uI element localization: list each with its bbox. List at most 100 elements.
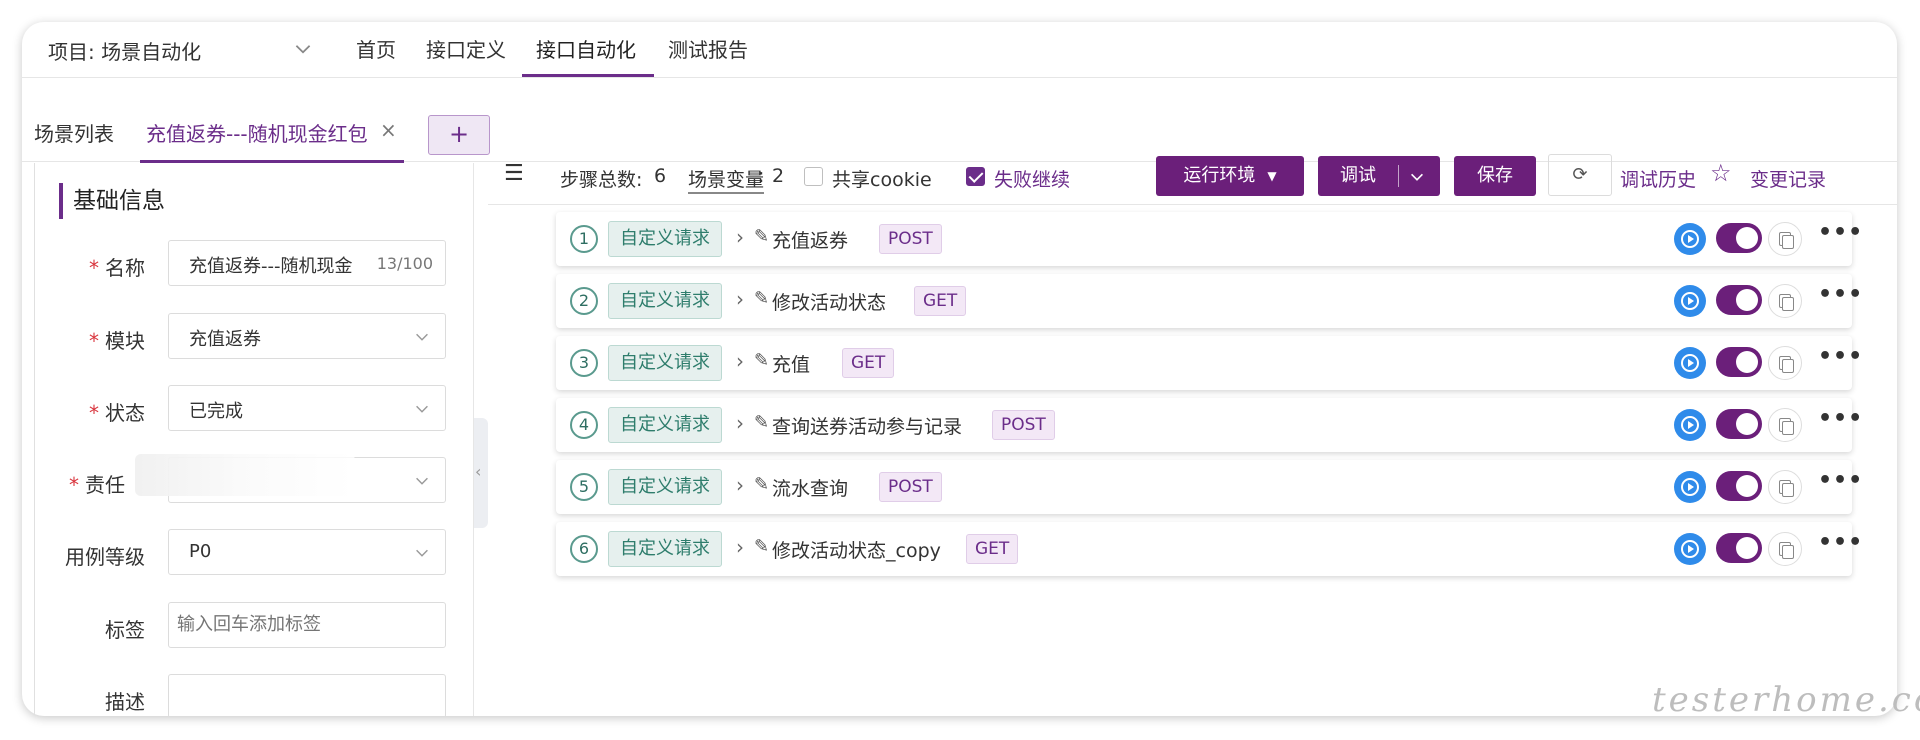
watermark: testerhome.com xyxy=(1652,680,1920,720)
copy-icon[interactable] xyxy=(1768,222,1802,256)
request-type-tag: 自定义请求 xyxy=(608,283,722,319)
chevron-right-icon[interactable]: › xyxy=(736,287,744,311)
step-count-label: 步骤总数: xyxy=(560,169,643,191)
request-type-tag: 自定义请求 xyxy=(608,407,722,443)
nav-test-report[interactable]: 测试报告 xyxy=(668,34,748,63)
tags-label: 标签 xyxy=(105,618,145,642)
desc-label: 描述 xyxy=(105,690,145,714)
step-index: 6 xyxy=(570,535,598,563)
more-icon[interactable]: ••• xyxy=(1818,530,1863,555)
fail-continue-checkbox[interactable] xyxy=(966,167,985,186)
save-button[interactable]: 保存 xyxy=(1454,156,1536,196)
chevron-right-icon[interactable]: › xyxy=(736,535,744,559)
step-row[interactable]: 3 自定义请求 › ✎ 充值 GET ••• xyxy=(556,336,1862,390)
module-select[interactable]: 充值返券 xyxy=(168,313,446,359)
run-step-icon[interactable] xyxy=(1674,471,1706,503)
nav-home[interactable]: 首页 xyxy=(356,34,396,63)
more-icon[interactable]: ••• xyxy=(1818,468,1863,493)
tab-scenario-list[interactable]: 场景列表 xyxy=(34,118,114,147)
run-step-icon[interactable] xyxy=(1674,285,1706,317)
vars-count: 2 xyxy=(772,165,785,187)
name-value: 充值返券---随机现金 xyxy=(189,256,353,277)
chevron-right-icon[interactable]: › xyxy=(736,225,744,249)
edit-icon[interactable]: ✎ xyxy=(754,536,769,557)
more-icon[interactable]: ••• xyxy=(1818,406,1863,431)
top-navigation: 项目: 场景自动化 首页 接口定义 接口自动化 测试报告 xyxy=(22,22,1897,78)
tags-input[interactable] xyxy=(177,614,435,635)
request-type-tag: 自定义请求 xyxy=(608,345,722,381)
step-row[interactable]: 4 自定义请求 › ✎ 查询送券活动参与记录 POST ••• xyxy=(556,398,1862,452)
more-icon[interactable]: ••• xyxy=(1818,282,1863,307)
enable-toggle[interactable] xyxy=(1716,409,1762,439)
status-select[interactable]: 已完成 xyxy=(168,385,446,431)
add-tab-button[interactable]: + xyxy=(428,115,490,155)
copy-icon[interactable] xyxy=(1768,532,1802,566)
debug-history-link[interactable]: 调试历史 xyxy=(1620,165,1696,192)
tab-active-scenario[interactable]: 充值返券---随机现金红包 xyxy=(146,118,368,147)
collapse-panel-handle[interactable]: ‹ xyxy=(474,418,488,528)
step-row[interactable]: 2 自定义请求 › ✎ 修改活动状态 GET ••• xyxy=(556,274,1862,328)
enable-toggle[interactable] xyxy=(1716,223,1762,253)
copy-icon[interactable] xyxy=(1768,346,1802,380)
copy-icon[interactable] xyxy=(1768,284,1802,318)
method-badge: GET xyxy=(914,286,967,316)
run-step-icon[interactable] xyxy=(1674,223,1706,255)
chevron-down-icon[interactable] xyxy=(292,38,314,60)
module-label: * 模块 xyxy=(89,329,145,353)
copy-icon[interactable] xyxy=(1768,470,1802,504)
step-row[interactable]: 1 自定义请求 › ✎ 充值返券 POST ••• xyxy=(556,212,1862,266)
run-step-icon[interactable] xyxy=(1674,533,1706,565)
run-step-icon[interactable] xyxy=(1674,347,1706,379)
close-icon[interactable]: × xyxy=(380,118,397,142)
project-selector[interactable]: 项目: 场景自动化 xyxy=(48,36,201,65)
tags-field[interactable] xyxy=(168,602,446,648)
desc-textarea[interactable] xyxy=(168,674,446,716)
edit-icon[interactable]: ✎ xyxy=(754,226,769,247)
enable-toggle[interactable] xyxy=(1716,471,1762,501)
level-select[interactable]: P0 xyxy=(168,529,446,575)
step-row[interactable]: 5 自定义请求 › ✎ 流水查询 POST ••• xyxy=(556,460,1862,514)
scenario-vars-link[interactable]: 场景变量 xyxy=(688,165,765,194)
star-icon[interactable]: ☆ xyxy=(1710,159,1732,187)
edit-icon[interactable]: ✎ xyxy=(754,350,769,371)
chevron-right-icon[interactable]: › xyxy=(736,349,744,373)
status-value: 已完成 xyxy=(189,401,243,422)
scenario-toolbar: ☰ 步骤总数: 6 场景变量 : 2 共享cookie 失败继续 运行环境 ▼ 调… xyxy=(488,149,1897,205)
enable-toggle[interactable] xyxy=(1716,347,1762,377)
copy-icon[interactable] xyxy=(1768,408,1802,442)
chevron-down-icon[interactable] xyxy=(1408,168,1426,186)
enable-toggle[interactable] xyxy=(1716,285,1762,315)
share-cookie-label: 共享cookie xyxy=(832,169,932,191)
basic-info-panel: 基础信息 * 名称 充值返券---随机现金 13/100 * 模块 充值返券 * 状态… xyxy=(34,163,474,716)
step-name: 查询送券活动参与记录 xyxy=(772,416,963,438)
step-index: 4 xyxy=(570,411,598,439)
step-name: 修改活动状态 xyxy=(772,292,887,314)
menu-icon[interactable]: ☰ xyxy=(504,161,524,186)
active-nav-indicator xyxy=(522,74,654,77)
change-log-link[interactable]: 变更记录 xyxy=(1750,165,1826,192)
method-badge: GET xyxy=(842,348,895,378)
nav-api-definition[interactable]: 接口定义 xyxy=(426,34,506,63)
more-icon[interactable]: ••• xyxy=(1818,220,1863,245)
share-cookie-checkbox[interactable] xyxy=(804,167,823,186)
refresh-icon: ⟳ xyxy=(1572,164,1588,185)
refresh-button[interactable]: ⟳ xyxy=(1548,154,1612,196)
name-field[interactable]: 充值返券---随机现金 13/100 xyxy=(168,240,446,286)
edit-icon[interactable]: ✎ xyxy=(754,474,769,495)
debug-button[interactable]: 调试 xyxy=(1318,156,1440,196)
chevron-right-icon[interactable]: › xyxy=(736,473,744,497)
chevron-right-icon[interactable]: › xyxy=(736,411,744,435)
more-icon[interactable]: ••• xyxy=(1818,344,1863,369)
step-name: 修改活动状态_copy xyxy=(772,540,941,562)
step-row[interactable]: 6 自定义请求 › ✎ 修改活动状态_copy GET ••• xyxy=(556,522,1862,576)
nav-api-automation[interactable]: 接口自动化 xyxy=(536,34,636,63)
edit-icon[interactable]: ✎ xyxy=(754,288,769,309)
level-value: P0 xyxy=(189,541,212,562)
run-step-icon[interactable] xyxy=(1674,409,1706,441)
vars-separator: : xyxy=(758,165,765,187)
status-label: * 状态 xyxy=(89,401,145,425)
edit-icon[interactable]: ✎ xyxy=(754,412,769,433)
run-env-button[interactable]: 运行环境 ▼ xyxy=(1156,156,1304,196)
name-label: * 名称 xyxy=(89,256,145,280)
enable-toggle[interactable] xyxy=(1716,533,1762,563)
